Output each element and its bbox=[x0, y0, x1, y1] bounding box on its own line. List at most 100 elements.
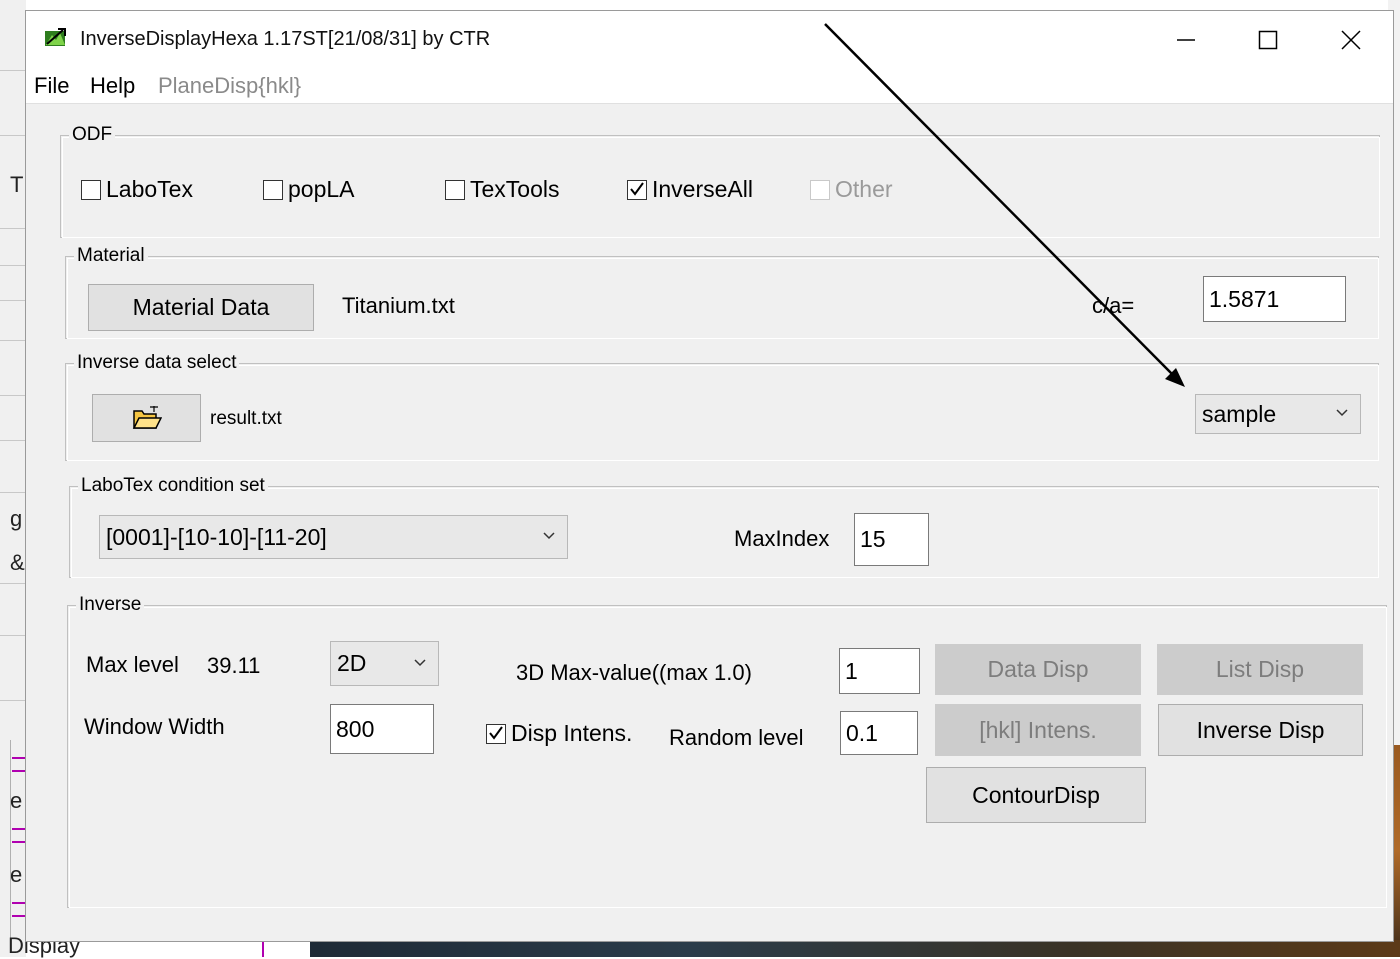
title-bar[interactable]: InverseDisplayHexa 1.17ST[21/08/31] by C… bbox=[26, 11, 1393, 69]
close-button[interactable] bbox=[1309, 11, 1393, 69]
background-bottom-image bbox=[310, 940, 1400, 957]
background-magenta-vline bbox=[262, 942, 264, 957]
inverse-data-select-legend: Inverse data select bbox=[74, 352, 240, 374]
sample-mode-dropdown[interactable]: sample bbox=[1195, 394, 1361, 434]
checkbox-box bbox=[810, 179, 830, 200]
checkbox-label: Other bbox=[835, 176, 893, 202]
random-level-input[interactable]: 0.1 bbox=[840, 711, 918, 755]
checkbox-box bbox=[445, 179, 465, 200]
background-magenta-line bbox=[12, 902, 26, 904]
max-level-value: 39.11 bbox=[207, 653, 261, 678]
odf-labotex-checkbox[interactable]: LaboTex bbox=[81, 176, 193, 203]
background-left-strip: T g & e e bbox=[0, 0, 26, 957]
inverse-file-name: result.txt bbox=[210, 408, 282, 429]
minimize-icon bbox=[1177, 39, 1195, 41]
odf-legend: ODF bbox=[69, 124, 116, 146]
background-glyph: g bbox=[10, 506, 23, 531]
checkbox-label: TexTools bbox=[470, 176, 560, 202]
inverse-legend: Inverse bbox=[76, 594, 145, 616]
app-window: InverseDisplayHexa 1.17ST[21/08/31] by C… bbox=[25, 10, 1394, 942]
menu-help[interactable]: Help bbox=[90, 73, 135, 99]
odf-textools-checkbox[interactable]: TexTools bbox=[445, 176, 559, 203]
contour-disp-button[interactable]: ContourDisp bbox=[926, 767, 1146, 823]
checkbox-box bbox=[263, 179, 283, 200]
app-icon bbox=[45, 28, 66, 46]
maxindex-label: MaxIndex bbox=[734, 526, 830, 551]
menu-plane-disp[interactable]: PlaneDisp{hkl} bbox=[158, 73, 301, 99]
close-icon bbox=[1341, 30, 1361, 50]
labotex-condition-group: LaboTex condition set [0001]-[10-10]-[11… bbox=[69, 475, 1379, 578]
maxindex-input[interactable]: 15 bbox=[854, 513, 929, 566]
window-width-input[interactable]: 800 bbox=[330, 704, 434, 754]
background-line bbox=[0, 135, 26, 136]
background-magenta-line bbox=[12, 915, 26, 917]
material-data-button[interactable]: Material Data bbox=[88, 284, 314, 331]
open-folder-button[interactable] bbox=[92, 394, 201, 442]
background-line bbox=[0, 395, 26, 396]
material-group: Material Material Data Titanium.txt c/a=… bbox=[65, 245, 1379, 339]
dropdown-value: 2D bbox=[337, 650, 367, 676]
checkbox-box bbox=[81, 179, 101, 200]
checkbox-label: InverseAll bbox=[652, 176, 753, 202]
background-line bbox=[0, 228, 26, 229]
background-line bbox=[0, 70, 26, 71]
max-level-label: Max level bbox=[86, 652, 179, 677]
background-glyph: e bbox=[10, 788, 23, 813]
chevron-down-icon bbox=[1336, 409, 1348, 417]
background-line bbox=[0, 300, 26, 301]
menu-file[interactable]: File bbox=[34, 73, 69, 99]
background-line bbox=[0, 340, 26, 341]
background-vline bbox=[10, 740, 11, 940]
background-line bbox=[0, 583, 26, 584]
odf-other-checkbox[interactable]: Other bbox=[810, 176, 893, 203]
max-value-input[interactable]: 1 bbox=[839, 648, 920, 694]
inverse-group: Inverse Max level 39.11 2D 3D Max-value(… bbox=[67, 594, 1387, 908]
random-level-label: Random level bbox=[669, 725, 804, 750]
disp-intens-checkbox[interactable]: Disp Intens. bbox=[486, 720, 632, 747]
checkbox-label: Disp Intens. bbox=[511, 720, 633, 746]
background-line bbox=[0, 440, 26, 441]
open-folder-icon bbox=[132, 406, 162, 429]
background-magenta-line bbox=[12, 770, 26, 772]
minimize-button[interactable] bbox=[1144, 11, 1228, 69]
hkl-intens-button[interactable]: [hkl] Intens. bbox=[935, 704, 1141, 756]
checkbox-box bbox=[627, 179, 647, 200]
menu-bar: File Help PlaneDisp{hkl} bbox=[26, 69, 1393, 104]
background-line bbox=[0, 265, 26, 266]
background-magenta-line bbox=[12, 757, 26, 759]
chevron-down-icon bbox=[543, 532, 555, 540]
ca-value-input[interactable]: 1.5871 bbox=[1203, 276, 1346, 322]
checkbox-box bbox=[486, 723, 506, 744]
dropdown-value: [0001]-[10-10]-[11-20] bbox=[106, 523, 327, 550]
maximize-button[interactable] bbox=[1226, 11, 1310, 69]
chevron-down-icon bbox=[414, 658, 426, 666]
background-line bbox=[0, 492, 26, 493]
background-glyph: & bbox=[10, 550, 25, 575]
window-title: InverseDisplayHexa 1.17ST[21/08/31] by C… bbox=[80, 28, 491, 50]
dropdown-value: sample bbox=[1202, 400, 1277, 427]
checkbox-label: LaboTex bbox=[106, 176, 193, 202]
odf-popla-checkbox[interactable]: popLA bbox=[263, 176, 355, 203]
max-value-label: 3D Max-value((max 1.0) bbox=[516, 660, 752, 685]
odf-inverseall-checkbox[interactable]: InverseAll bbox=[627, 176, 753, 203]
background-magenta-line bbox=[12, 841, 26, 843]
window-width-label: Window Width bbox=[84, 714, 225, 739]
background-line bbox=[0, 635, 26, 636]
material-legend: Material bbox=[74, 245, 148, 267]
odf-group: ODF LaboTex popLA TexTools InverseAll Ot… bbox=[60, 124, 1380, 238]
dimension-dropdown[interactable]: 2D bbox=[330, 641, 439, 686]
maximize-icon bbox=[1258, 30, 1278, 50]
condition-set-dropdown[interactable]: [0001]-[10-10]-[11-20] bbox=[99, 515, 568, 559]
checkmark-icon bbox=[489, 725, 503, 740]
background-glyph: e bbox=[10, 862, 23, 887]
inverse-data-select-group: Inverse data select result.txt sample bbox=[65, 352, 1379, 461]
inverse-disp-button[interactable]: Inverse Disp bbox=[1158, 704, 1363, 756]
list-disp-button[interactable]: List Disp bbox=[1157, 644, 1363, 695]
checkmark-icon bbox=[630, 181, 644, 196]
background-line bbox=[0, 700, 26, 701]
labotex-condition-legend: LaboTex condition set bbox=[78, 475, 268, 497]
data-disp-button[interactable]: Data Disp bbox=[935, 644, 1141, 695]
checkbox-label: popLA bbox=[288, 176, 355, 202]
background-magenta-line bbox=[12, 828, 26, 830]
ca-label: c/a= bbox=[1092, 293, 1135, 318]
